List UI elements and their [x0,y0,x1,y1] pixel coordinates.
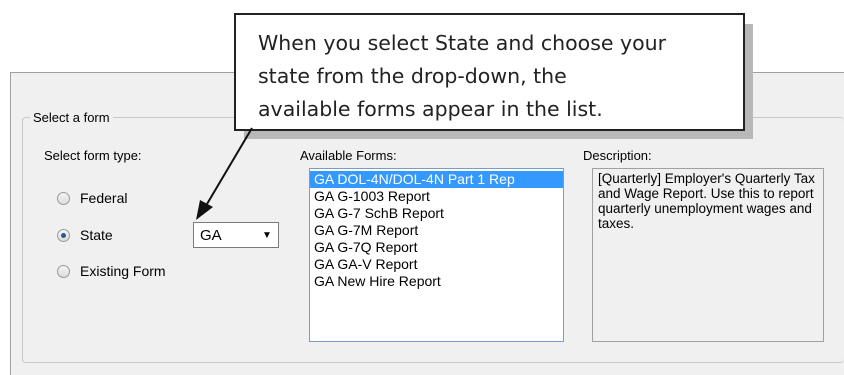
callout-line: When you select State and choose your [258,31,667,55]
radio-existing-form-label: Existing Form [80,263,166,279]
state-dropdown-value: GA [200,226,222,244]
list-item[interactable]: GA G-7 SchB Report [310,205,563,222]
list-item[interactable]: GA G-7M Report [310,222,563,239]
callout-box: When you select State and choose your st… [234,13,745,131]
list-item[interactable]: GA G-7Q Report [310,239,563,256]
state-dropdown[interactable]: GA ▼ [193,222,279,248]
list-item[interactable]: GA New Hire Report [310,273,563,290]
radio-federal-circle[interactable] [57,191,70,205]
list-item[interactable]: GA GA-V Report [310,256,563,273]
radio-state[interactable]: State [57,226,113,244]
radio-state-label: State [80,227,113,243]
radio-federal-label: Federal [80,190,128,206]
available-forms-list[interactable]: GA DOL-4N/DOL-4N Part 1 Rep GA G-1003 Re… [309,168,564,342]
chevron-down-icon[interactable]: ▼ [256,230,278,241]
list-item[interactable]: GA G-1003 Report [310,188,563,205]
list-item[interactable]: GA DOL-4N/DOL-4N Part 1 Rep [310,171,563,188]
callout-line: available forms appear in the list. [258,97,603,121]
description-label: Description: [583,148,652,163]
callout-line: state from the drop-down, the [258,64,567,88]
radio-state-circle[interactable] [57,228,70,242]
radio-existing-form-circle[interactable] [57,264,70,278]
radio-federal[interactable]: Federal [57,189,127,207]
available-forms-label: Available Forms: [300,148,397,163]
group-title: Select a form [30,110,113,125]
description-text: [Quarterly] Employer's Quarterly Tax and… [592,168,824,342]
form-type-label: Select form type: [44,148,142,163]
radio-existing-form[interactable]: Existing Form [57,262,166,280]
